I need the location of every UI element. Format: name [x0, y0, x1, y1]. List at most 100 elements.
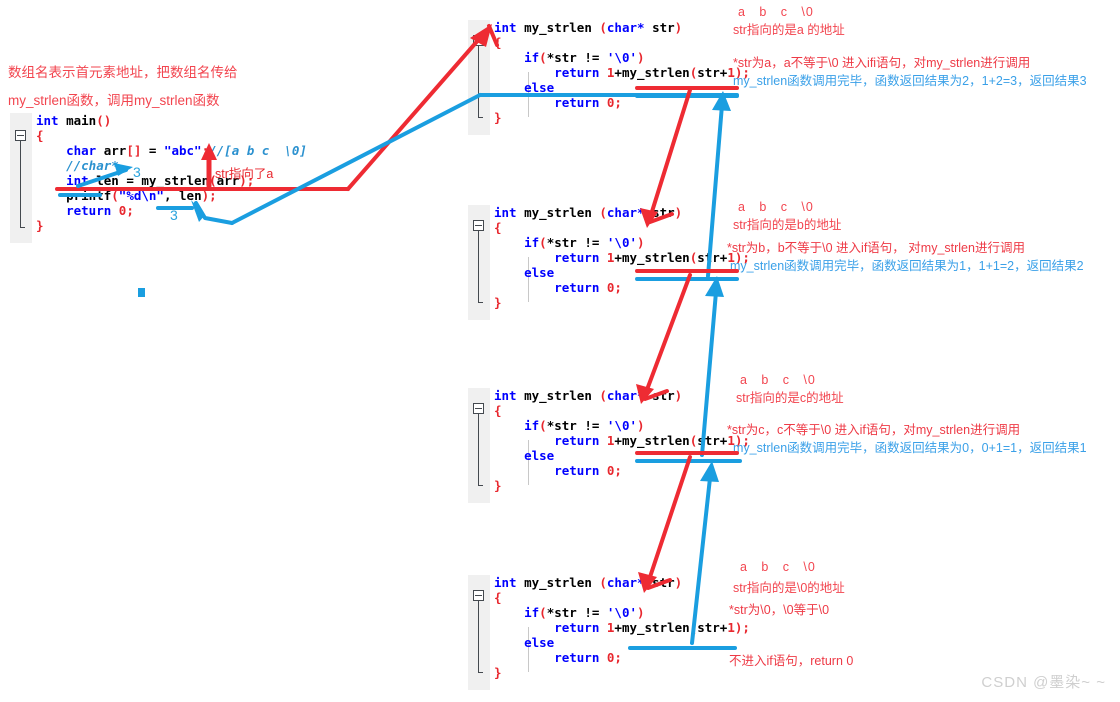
- code-token: {: [494, 590, 502, 605]
- code-token: return: [494, 250, 607, 265]
- code-token: =: [141, 143, 164, 158]
- code-token: ): [637, 418, 645, 433]
- code-line: if(*str != '\0'): [494, 50, 750, 65]
- code-token: *str !=: [546, 605, 607, 620]
- fold-line: [478, 601, 479, 672]
- code-token: +my_strlen: [614, 250, 690, 265]
- fold-line: [20, 141, 21, 227]
- code-token: my_strlen: [524, 20, 600, 35]
- code-token: main: [66, 113, 97, 128]
- code-token: if: [494, 50, 540, 65]
- anno-2-red-line: *str为b，b不等于\0 进入if语句， 对my_strlen进行调用: [727, 241, 1025, 255]
- code-line: {: [494, 220, 750, 235]
- code-token: 1: [727, 620, 735, 635]
- code-line: return 0;: [494, 650, 750, 665]
- code-token: str: [644, 575, 675, 590]
- code-token: char: [36, 143, 104, 158]
- fold-line-foot: [20, 227, 25, 228]
- code-line: return 0;: [494, 95, 750, 110]
- collapse-toggle-strlen-4[interactable]: [473, 590, 484, 601]
- diagram-canvas: 数组名表示首元素地址，把数组名传给 my_strlen函数，调用my_strle…: [0, 0, 1120, 702]
- code-token: ): [674, 205, 683, 220]
- code-line: int my_strlen (char* str): [494, 205, 750, 220]
- code-token: my_strlen: [524, 575, 600, 590]
- code-token: (: [599, 388, 607, 403]
- code-token: ;: [126, 203, 134, 218]
- code-block-strlen-2: int my_strlen (char* str){ if(*str != '\…: [468, 205, 758, 320]
- code-line: if(*str != '\0'): [494, 605, 750, 620]
- fold-line: [478, 414, 479, 485]
- collapse-toggle-main[interactable]: [15, 130, 26, 141]
- code-token: arr: [103, 143, 127, 158]
- code-token: if: [494, 235, 540, 250]
- code-line: return 1+my_strlen(str+1);: [494, 620, 750, 635]
- code-line: {: [494, 590, 750, 605]
- code-token: '\0': [606, 235, 638, 250]
- code-token: return: [494, 650, 607, 665]
- code-line: int main(): [36, 113, 307, 128]
- code-token: return: [36, 203, 119, 218]
- anno-4-chars: a b c \0: [740, 560, 816, 574]
- code-block-strlen-4: int my_strlen (char* str){ if(*str != '\…: [468, 575, 758, 690]
- code-token: ;: [614, 463, 622, 478]
- label-return-value-top: 3: [133, 164, 141, 180]
- code-token: ): [201, 188, 210, 203]
- code-token: '\0': [606, 418, 638, 433]
- code-token: "%d\n": [118, 188, 164, 203]
- code-line: int my_strlen (char* str): [494, 575, 750, 590]
- code-line: else: [494, 448, 750, 463]
- code-line: printf("%d\n", len);: [36, 188, 307, 203]
- code-token: char*: [606, 205, 645, 220]
- anno-4-extra: 不进入if语句，return 0: [729, 654, 854, 668]
- code-token: }: [36, 218, 44, 233]
- code-line: {: [494, 35, 750, 50]
- code-token: else: [494, 265, 555, 280]
- code-token: str: [697, 433, 720, 448]
- code-line: else: [494, 265, 750, 280]
- code-line: return 0;: [494, 463, 750, 478]
- code-token: str: [697, 250, 720, 265]
- code-token: }: [494, 110, 502, 125]
- code-token: ;: [614, 650, 622, 665]
- code-token: int: [494, 575, 525, 590]
- code-line: else: [494, 635, 750, 650]
- code-token: char*: [606, 575, 645, 590]
- code-block-strlen-3: int my_strlen (char* str){ if(*str != '\…: [468, 388, 758, 503]
- fold-line: [478, 46, 479, 117]
- code-token: '\0': [606, 605, 638, 620]
- collapse-toggle-strlen-2[interactable]: [473, 220, 484, 231]
- code-token: {: [494, 403, 502, 418]
- code-token: int: [36, 173, 97, 188]
- code-token: len: [179, 188, 202, 203]
- code-token: *str !=: [546, 50, 607, 65]
- anno-3-red-line: *str为c，c不等于\0 进入if语句，对my_strlen进行调用: [727, 423, 1021, 437]
- collapse-toggle-strlen-3[interactable]: [473, 403, 484, 414]
- collapse-toggle-strlen-1[interactable]: [473, 35, 484, 46]
- code-text-strlen-2: int my_strlen (char* str){ if(*str != '\…: [494, 205, 750, 310]
- fold-line-foot: [478, 672, 483, 673]
- code-line: int my_strlen (char* str): [494, 388, 750, 403]
- code-line: return 1+my_strlen(str+1);: [494, 250, 750, 265]
- code-token: (: [539, 50, 547, 65]
- code-token: int: [494, 388, 525, 403]
- fold-line-foot: [478, 117, 483, 118]
- code-line: return 1+my_strlen(str+1);: [494, 65, 750, 80]
- code-token: len = my_strlen: [96, 173, 210, 188]
- code-token: ,: [163, 188, 180, 203]
- code-token: ;: [614, 95, 622, 110]
- code-line: int my_strlen (char* str): [494, 20, 750, 35]
- code-token: (: [599, 575, 607, 590]
- code-token: *str !=: [546, 235, 607, 250]
- code-token: str: [644, 20, 675, 35]
- code-token: (: [539, 235, 547, 250]
- code-line: }: [494, 110, 750, 125]
- code-token: str: [644, 388, 675, 403]
- code-line: {: [36, 128, 307, 143]
- code-token: "abc": [163, 143, 202, 158]
- code-token: {: [36, 128, 44, 143]
- code-token: ): [674, 20, 683, 35]
- code-token: return: [494, 95, 607, 110]
- label-return-value-bottom: 3: [170, 207, 178, 223]
- code-token: else: [494, 635, 555, 650]
- code-token: (: [539, 605, 547, 620]
